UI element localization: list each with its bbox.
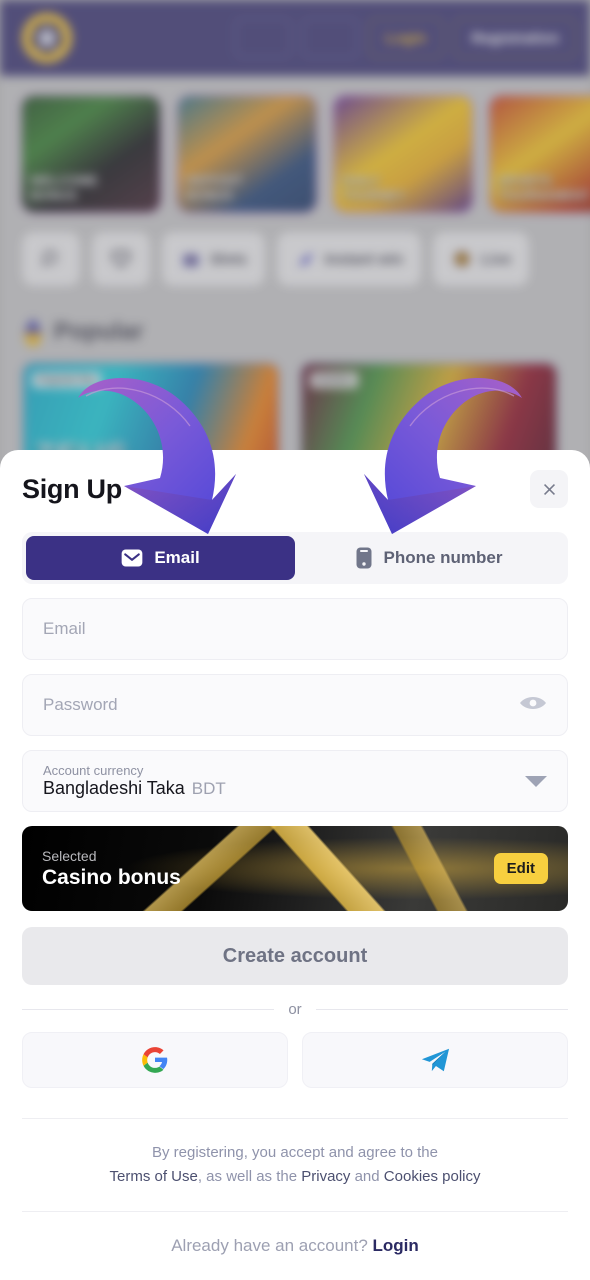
currency-code: BDT xyxy=(191,779,226,799)
terms-of-use-link[interactable]: Terms of Use xyxy=(109,1168,197,1185)
login-prompt: Already have an account? Login xyxy=(22,1211,568,1256)
eye-icon xyxy=(520,696,546,709)
google-icon xyxy=(142,1047,168,1073)
close-icon xyxy=(543,483,555,495)
legal-line-1: By registering, you accept and agree to … xyxy=(151,1144,438,1161)
divider-label: or xyxy=(288,1001,302,1018)
account-currency-select[interactable]: Account currency Bangladeshi Taka BDT xyxy=(22,750,568,812)
email-placeholder: Email xyxy=(43,619,86,638)
password-visibility-toggle[interactable] xyxy=(519,694,547,717)
edit-bonus-button[interactable]: Edit xyxy=(493,853,548,884)
bonus-selected-label: Selected xyxy=(42,847,97,864)
divider-line-left xyxy=(22,1009,275,1010)
legal-mid: , as well as the xyxy=(197,1168,302,1185)
currency-value: Bangladeshi Taka xyxy=(43,778,185,799)
legal-and: and xyxy=(350,1168,384,1185)
telegram-login-button[interactable] xyxy=(302,1032,568,1088)
tab-email[interactable]: Email xyxy=(26,536,295,580)
legal-text: By registering, you accept and agree to … xyxy=(22,1118,568,1189)
create-account-button[interactable]: Create account xyxy=(22,927,568,985)
divider-line-right xyxy=(315,1009,568,1010)
password-field[interactable]: Password xyxy=(22,674,568,736)
google-login-button[interactable] xyxy=(22,1032,288,1088)
tab-phone-label: Phone number xyxy=(383,548,503,567)
or-divider: or xyxy=(22,1001,568,1018)
social-login-row xyxy=(22,1032,568,1088)
tab-email-label: Email xyxy=(154,548,200,567)
tab-phone-number[interactable]: Phone number xyxy=(295,536,564,580)
envelope-icon xyxy=(121,549,143,567)
phone-icon xyxy=(356,547,372,569)
cookies-policy-link[interactable]: Cookies policy xyxy=(384,1168,481,1185)
login-prompt-text: Already have an account? xyxy=(171,1236,368,1255)
login-link[interactable]: Login xyxy=(373,1236,419,1255)
privacy-link[interactable]: Privacy xyxy=(301,1168,350,1185)
close-button[interactable] xyxy=(530,470,568,508)
app-screen: Login Registration WELCOME BONUS DEPOSIT B… xyxy=(0,0,590,1280)
selected-bonus-banner[interactable]: Selected Casino bonus Edit xyxy=(22,826,568,911)
modal-header: Sign Up xyxy=(22,450,568,528)
page-title: Sign Up xyxy=(22,473,122,504)
sign-up-modal: Sign Up Email Phone number Email Passwor… xyxy=(0,450,590,1280)
signup-method-tabs: Email Phone number xyxy=(22,532,568,584)
bonus-text: Selected Casino bonus xyxy=(42,848,181,890)
currency-label: Account currency xyxy=(43,762,144,778)
password-placeholder: Password xyxy=(43,695,118,714)
telegram-icon xyxy=(421,1048,450,1072)
chevron-down-icon xyxy=(525,775,547,787)
email-field[interactable]: Email xyxy=(22,598,568,660)
bonus-name: Casino bonus xyxy=(42,865,181,889)
